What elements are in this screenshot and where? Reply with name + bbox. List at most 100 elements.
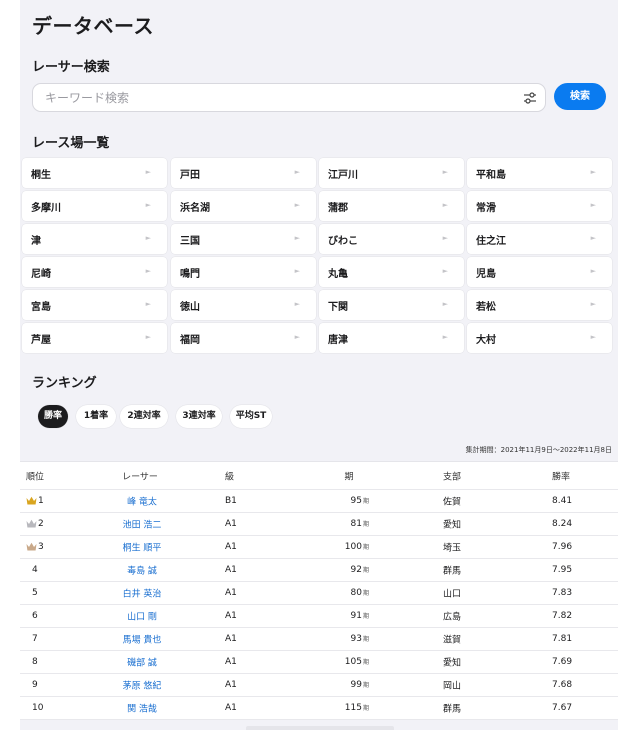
venue-item[interactable]: 多摩川 ► xyxy=(22,191,167,221)
play-arrow-icon: ► xyxy=(590,201,596,209)
branch-cell: 愛知 xyxy=(443,658,462,669)
venue-name: 住之江 xyxy=(476,236,506,247)
period-value: 100 xyxy=(344,542,362,552)
period-value: 105 xyxy=(344,657,362,667)
venue-name: 常滑 xyxy=(476,203,496,214)
table-row[interactable]: 5 白井 英治 A1 80期 山口 7.83 xyxy=(20,582,618,605)
venue-item[interactable]: 鳴門 ► xyxy=(171,257,316,287)
column-header-class: 級 xyxy=(225,472,235,482)
ranking-tab[interactable]: 平均ST xyxy=(230,405,272,428)
class-cell: A1 xyxy=(225,588,237,598)
period-suffix: 期 xyxy=(362,590,369,597)
rank-cell: 8 xyxy=(32,657,38,667)
venue-name: 若松 xyxy=(476,302,496,313)
class-cell: A1 xyxy=(225,703,237,713)
column-header-racer: レーサー xyxy=(122,472,158,482)
venue-item[interactable]: 唐津 ► xyxy=(319,323,464,353)
venue-item[interactable]: 三国 ► xyxy=(171,224,316,254)
venue-list-title: レース場一覧 xyxy=(32,136,110,151)
venue-item[interactable]: 津 ► xyxy=(22,224,167,254)
play-arrow-icon: ► xyxy=(442,333,448,341)
table-row[interactable]: 4 毒島 誠 A1 92期 群馬 7.95 xyxy=(20,559,618,582)
branch-cell: 愛知 xyxy=(443,520,462,531)
racer-name-link[interactable]: 池田 浩二 xyxy=(90,518,194,531)
venue-item[interactable]: 徳山 ► xyxy=(171,290,316,320)
rate-cell: 7.81 xyxy=(552,634,573,644)
venue-item[interactable]: 丸亀 ► xyxy=(319,257,464,287)
venue-item[interactable]: 住之江 ► xyxy=(467,224,612,254)
venue-item[interactable]: 江戸川 ► xyxy=(319,158,464,188)
racer-name-link[interactable]: 毒島 誠 xyxy=(90,564,194,577)
search-input[interactable] xyxy=(45,89,515,107)
racer-name-link[interactable]: 桐生 順平 xyxy=(90,541,194,554)
play-arrow-icon: ► xyxy=(294,300,300,308)
venue-item[interactable]: 宮島 ► xyxy=(22,290,167,320)
venue-item[interactable]: 浜名湖 ► xyxy=(171,191,316,221)
branch-cell: 岡山 xyxy=(443,681,462,692)
period-suffix: 期 xyxy=(362,498,369,505)
venue-item[interactable]: 尼崎 ► xyxy=(22,257,167,287)
search-button[interactable]: 検索 xyxy=(554,83,606,110)
rate-cell: 8.24 xyxy=(552,519,573,529)
venue-item[interactable]: 若松 ► xyxy=(467,290,612,320)
table-row[interactable]: 3 桐生 順平 A1 100期 埼玉 7.96 xyxy=(20,536,618,559)
rate-cell: 7.95 xyxy=(552,565,573,575)
venue-name: 蒲郡 xyxy=(328,203,348,214)
period-cell: 80期 xyxy=(329,588,369,598)
play-arrow-icon: ► xyxy=(590,234,596,242)
venue-item[interactable]: 桐生 ► xyxy=(22,158,167,188)
period-suffix: 期 xyxy=(362,682,369,689)
venue-item[interactable]: 蒲郡 ► xyxy=(319,191,464,221)
play-arrow-icon: ► xyxy=(442,234,448,242)
table-row[interactable]: 6 山口 剛 A1 91期 広島 7.82 xyxy=(20,605,618,628)
venue-item[interactable]: 戸田 ► xyxy=(171,158,316,188)
venue-item[interactable]: びわこ ► xyxy=(319,224,464,254)
racer-name-link[interactable]: 山口 剛 xyxy=(90,610,194,623)
venue-name: 尼崎 xyxy=(31,269,51,280)
crown-icon xyxy=(26,496,37,505)
ranking-tab[interactable]: 勝率 xyxy=(38,405,68,428)
table-header: 順位 レーサー 級 期 支部 勝率 xyxy=(20,462,618,490)
racer-name-link[interactable]: 磯部 誠 xyxy=(90,656,194,669)
play-arrow-icon: ► xyxy=(145,201,151,209)
racer-name-link[interactable]: 関 浩哉 xyxy=(90,702,194,715)
venue-name: 唐津 xyxy=(328,335,348,346)
venue-item[interactable]: 常滑 ► xyxy=(467,191,612,221)
table-row[interactable]: 9 茅原 悠紀 A1 99期 岡山 7.68 xyxy=(20,674,618,697)
venue-item[interactable]: 平和島 ► xyxy=(467,158,612,188)
table-row[interactable]: 7 馬場 貴也 A1 93期 滋賀 7.81 xyxy=(20,628,618,651)
ranking-tab[interactable]: 3連対率 xyxy=(176,405,222,428)
search-box[interactable] xyxy=(32,83,546,112)
period-value: 80 xyxy=(350,588,362,598)
venue-item[interactable]: 下関 ► xyxy=(319,290,464,320)
racer-name-link[interactable]: 白井 英治 xyxy=(90,587,194,600)
venue-item[interactable]: 福岡 ► xyxy=(171,323,316,353)
play-arrow-icon: ► xyxy=(442,201,448,209)
play-arrow-icon: ► xyxy=(145,300,151,308)
table-row[interactable]: 8 磯部 誠 A1 105期 愛知 7.69 xyxy=(20,651,618,674)
venue-item[interactable]: 大村 ► xyxy=(467,323,612,353)
table-row[interactable]: 10 関 浩哉 A1 115期 群馬 7.67 xyxy=(20,697,618,720)
ranking-tab[interactable]: 2連対率 xyxy=(120,405,168,428)
venue-name: 江戸川 xyxy=(328,170,358,181)
ranking-tab[interactable]: 1着率 xyxy=(76,405,116,428)
filter-icon[interactable] xyxy=(523,91,537,105)
period-cell: 95期 xyxy=(329,496,369,506)
table-row[interactable]: 1 峰 竜太 B1 95期 佐賀 8.41 xyxy=(20,490,618,513)
play-arrow-icon: ► xyxy=(590,168,596,176)
racer-name-link[interactable]: 茅原 悠紀 xyxy=(90,679,194,692)
racer-name-link[interactable]: 峰 竜太 xyxy=(90,495,194,508)
branch-cell: 埼玉 xyxy=(443,543,462,554)
rank-number: 1 xyxy=(38,496,44,506)
venue-item[interactable]: 児島 ► xyxy=(467,257,612,287)
venue-item[interactable]: 芦屋 ► xyxy=(22,323,167,353)
crown-icon xyxy=(26,519,37,528)
racer-name-link[interactable]: 馬場 貴也 xyxy=(90,633,194,646)
branch-cell: 群馬 xyxy=(443,704,462,715)
venue-name: 大村 xyxy=(476,335,496,346)
rank-cell: 5 xyxy=(32,588,38,598)
period-suffix: 期 xyxy=(362,613,369,620)
play-arrow-icon: ► xyxy=(145,267,151,275)
rank-number: 7 xyxy=(32,634,38,644)
table-row[interactable]: 2 池田 浩二 A1 81期 愛知 8.24 xyxy=(20,513,618,536)
